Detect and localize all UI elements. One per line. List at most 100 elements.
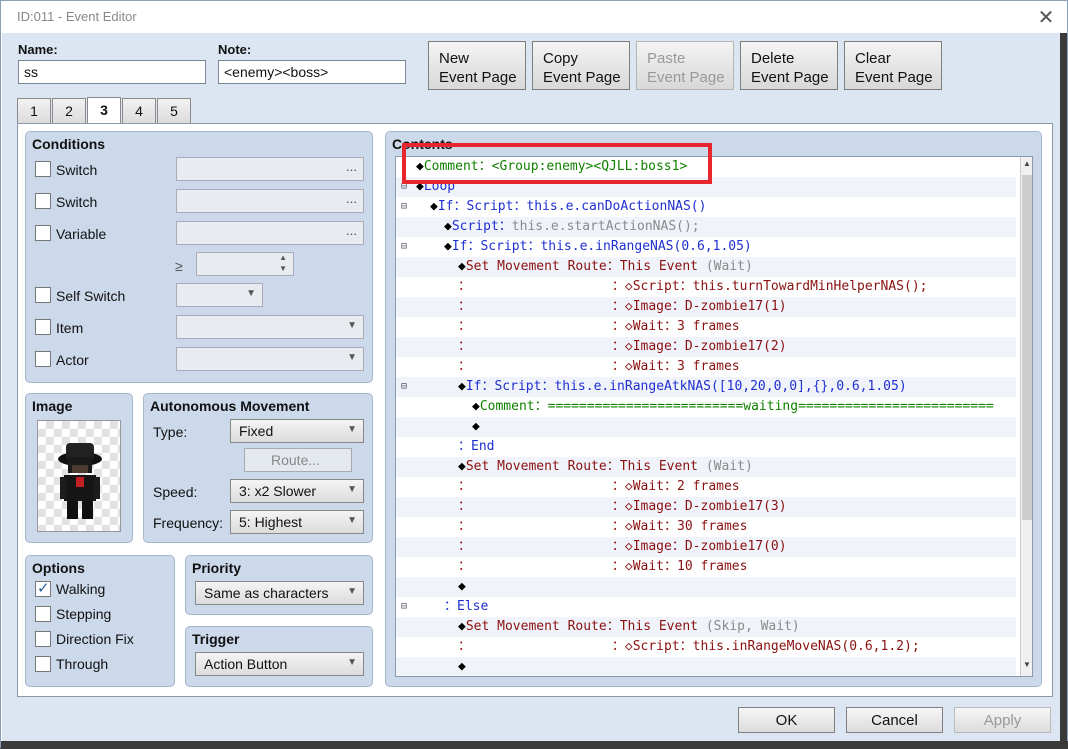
item-checkbox[interactable] [35, 319, 51, 335]
through-checkbox[interactable] [35, 656, 51, 672]
command-line[interactable]: ⊟ ◆If：Script：this.e.inRangeAtkNAS([10,20,… [396, 377, 1016, 397]
tab-5[interactable]: 5 [157, 98, 191, 124]
command-line[interactable]: ◆ [396, 577, 1016, 597]
fold-toggle-icon[interactable]: ⊟ [401, 377, 407, 397]
command-segment: ： ：◇Image：D-zombie17(3) [458, 499, 787, 514]
actor-checkbox[interactable] [35, 351, 51, 367]
self-switch-checkbox[interactable] [35, 287, 51, 303]
direction-fix-checkbox[interactable] [35, 631, 51, 647]
command-line[interactable]: ： ：◇Image：D-zombie17(2) [396, 337, 1016, 357]
command-line[interactable]: ⊟ ：Else [396, 597, 1016, 617]
command-line[interactable]: ⊟ ◆If：Script：this.e.canDoActionNAS() [396, 197, 1016, 217]
command-line[interactable]: ： ：◇Image：D-zombie17(3) [396, 497, 1016, 517]
command-line[interactable]: ◆Set Movement Route：This Event (Skip, Wa… [396, 617, 1016, 637]
command-line[interactable]: ： ：◇Wait：10 frames [396, 557, 1016, 577]
command-line[interactable]: ： ：◇Image：D-zombie17(0) [396, 537, 1016, 557]
event-command-list[interactable]: ◆Comment：<Group:enemy><QJLL:boss1> ⊟ ◆Loop… [395, 156, 1033, 677]
clear-line1: Clear [855, 50, 891, 67]
walking-checkbox[interactable] [35, 579, 51, 597]
command-text: ◆If：Script：this.e.canDoActionNAS() [430, 197, 706, 217]
paste-event-page-button: Paste Event Page [636, 41, 734, 90]
type-select[interactable]: Fixed ▼ [230, 419, 364, 443]
command-line[interactable]: ： ：◇Wait：2 frames [396, 477, 1016, 497]
tab-2[interactable]: 2 [52, 98, 86, 124]
command-line[interactable]: ： ：◇Script：this.inRangeMoveNAS(0.6,1.2); [396, 637, 1016, 657]
switch1-checkbox[interactable] [35, 161, 51, 177]
cancel-button[interactable]: Cancel [846, 707, 943, 733]
command-text: ◆ [472, 417, 480, 437]
close-icon[interactable]: ✕ [1035, 5, 1057, 30]
command-line[interactable]: ◆Set Movement Route：This Event (Wait) [396, 457, 1016, 477]
delete-event-page-button[interactable]: Delete Event Page [740, 41, 838, 90]
command-text: ◆Set Movement Route：This Event (Wait) [458, 257, 753, 277]
command-text: ： ：◇Wait：3 frames [458, 357, 740, 377]
switch2-checkbox[interactable] [35, 193, 51, 209]
item-select[interactable]: ▼ [176, 315, 364, 339]
new-line2: Event Page [439, 69, 517, 86]
fold-toggle-icon[interactable]: ⊟ [401, 597, 407, 617]
command-segment: ◆ [458, 459, 466, 474]
name-input[interactable]: ss [18, 60, 206, 84]
fold-toggle-icon[interactable]: ⊟ [401, 197, 407, 217]
copy-event-page-button[interactable]: Copy Event Page [532, 41, 630, 90]
trigger-select[interactable]: Action Button ▼ [195, 652, 364, 676]
chevron-down-icon: ▼ [347, 657, 357, 668]
ok-button[interactable]: OK [738, 707, 835, 733]
command-line[interactable]: ：End [396, 437, 1016, 457]
switch2-select[interactable]: ... [176, 189, 364, 213]
variable-label: Variable [56, 226, 107, 242]
command-segment: If：Script：this.e.inRangeNAS(0.6,1.05) [451, 239, 752, 254]
new-event-page-button[interactable]: New Event Page [428, 41, 526, 90]
command-line[interactable]: ◆Comment：=========================waitin… [396, 397, 1016, 417]
command-line[interactable]: ： ：◇Image：D-zombie17(1) [396, 297, 1016, 317]
priority-select[interactable]: Same as characters ▼ [195, 581, 364, 605]
command-line[interactable]: ◆ [396, 657, 1016, 676]
speed-select[interactable]: 3: x2 Slower ▼ [230, 479, 364, 503]
command-text: ： ：◇Wait：10 frames [458, 557, 747, 577]
paste-line1: Paste [647, 50, 686, 67]
event-editor-window: ID:011 - Event Editor ✕ Name: ss Note: <… [0, 0, 1068, 749]
paste-line2: Event Page [647, 69, 725, 86]
tab-1[interactable]: 1 [17, 98, 51, 124]
delete-line1: Delete [751, 50, 795, 67]
scroll-up-icon[interactable]: ▲ [1022, 159, 1032, 173]
switch2-label: Switch [56, 194, 98, 210]
variable-checkbox[interactable] [35, 225, 51, 241]
command-line[interactable]: ◆Set Movement Route：This Event (Wait) [396, 257, 1016, 277]
command-segment: (Skip, Wait) [705, 619, 800, 634]
command-line[interactable]: ： ：◇Wait：3 frames [396, 357, 1016, 377]
command-line[interactable]: ： ：◇Wait：30 frames [396, 517, 1016, 537]
chevron-down-icon: ▼ [347, 320, 357, 331]
contents-scrollbar[interactable]: ▲ ▼ [1020, 157, 1032, 676]
note-input[interactable]: <enemy><boss> [218, 60, 406, 84]
priority-title: Priority [192, 560, 242, 576]
clear-event-page-button[interactable]: Clear Event Page [844, 41, 942, 90]
variable-select[interactable]: ... [176, 221, 364, 245]
tab-3[interactable]: 3 [87, 97, 121, 125]
command-line[interactable]: ⊟ ◆If：Script：this.e.inRangeNAS(0.6,1.05) [396, 237, 1016, 257]
command-segment: ： ：◇Wait：2 frames [458, 479, 740, 494]
command-line[interactable]: ◆Script：this.e.startActionNAS(); [396, 217, 1016, 237]
stepper-down-icon[interactable]: ▼ [279, 264, 287, 273]
fold-toggle-icon[interactable]: ⊟ [401, 237, 407, 257]
scroll-down-icon[interactable]: ▼ [1022, 660, 1032, 674]
tab-4[interactable]: 4 [122, 98, 156, 124]
command-segment: ： ：◇Image：D-zombie17(1) [458, 299, 787, 314]
command-line[interactable]: ： ：◇Wait：3 frames [396, 317, 1016, 337]
command-line[interactable]: ： ：◇Script：this.turnTowardMinHelperNAS()… [396, 277, 1016, 297]
command-line[interactable]: ◆ [396, 417, 1016, 437]
variable-value-stepper[interactable]: ▲ ▼ [196, 252, 294, 276]
switch1-label: Switch [56, 162, 98, 178]
chevron-down-icon: ▼ [347, 484, 357, 495]
actor-select[interactable]: ▼ [176, 347, 364, 371]
scrollbar-thumb[interactable] [1022, 175, 1032, 520]
self-switch-select[interactable]: ▼ [176, 283, 263, 307]
title-bar: ID:011 - Event Editor ✕ [1, 1, 1067, 33]
new-line1: New [439, 50, 470, 67]
stepping-checkbox[interactable] [35, 606, 51, 622]
character-sprite-icon[interactable] [37, 420, 121, 532]
switch1-select[interactable]: ... [176, 157, 364, 181]
frequency-select[interactable]: 5: Highest ▼ [230, 510, 364, 534]
apply-button: Apply [954, 707, 1051, 733]
stepper-up-icon[interactable]: ▲ [279, 253, 287, 262]
